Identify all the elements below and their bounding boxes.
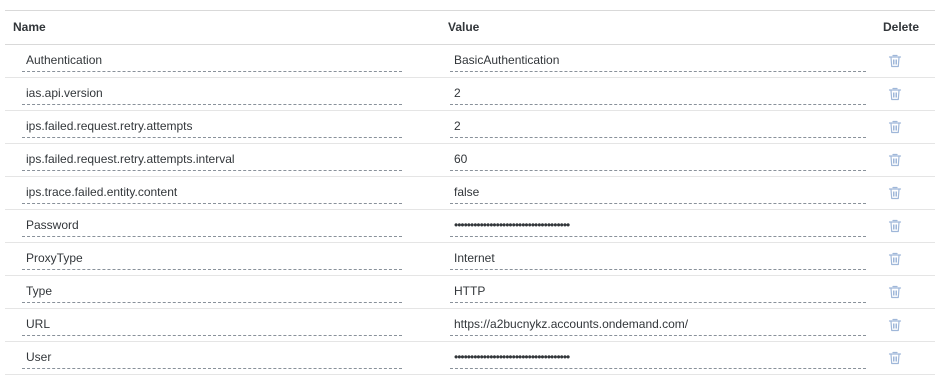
property-name-field[interactable]: ias.api.version xyxy=(22,82,402,105)
property-name-text: ias.api.version xyxy=(26,86,103,100)
trash-icon xyxy=(888,318,902,332)
delete-button[interactable] xyxy=(888,252,902,266)
property-value-field[interactable]: 2 xyxy=(450,82,866,105)
delete-button[interactable] xyxy=(888,186,902,200)
property-value-field[interactable]: HTTP xyxy=(450,280,866,303)
property-name-field[interactable]: Password xyxy=(22,214,402,237)
delete-button[interactable] xyxy=(888,120,902,134)
table-row: ips.trace.failed.entity.content false xyxy=(5,177,935,210)
property-value-field[interactable]: •••••••••••••••••••••••••••••••••••• xyxy=(450,214,866,237)
trash-icon xyxy=(888,87,902,101)
property-value-text: 2 xyxy=(454,86,461,100)
delete-button[interactable] xyxy=(888,351,902,365)
delete-button[interactable] xyxy=(888,219,902,233)
table-row: ias.api.version 2 xyxy=(5,78,935,111)
table-row: ProxyType Internet xyxy=(5,243,935,276)
property-value-field[interactable]: https://a2bucnykz.accounts.ondemand.com/ xyxy=(450,313,866,336)
table-row: Password ••••••••••••••••••••••••••••••••… xyxy=(5,210,935,243)
trash-icon xyxy=(888,219,902,233)
column-header-name: Name xyxy=(13,20,46,34)
trash-icon xyxy=(888,153,902,167)
property-name-text: URL xyxy=(26,317,51,331)
table-row: User •••••••••••••••••••••••••••••••••••• xyxy=(5,342,935,375)
property-value-text: https://a2bucnykz.accounts.ondemand.com/ xyxy=(454,317,689,331)
delete-button[interactable] xyxy=(888,54,902,68)
delete-button[interactable] xyxy=(888,87,902,101)
properties-table: Name Value Delete Authentication BasicAut… xyxy=(5,10,935,375)
property-value-text: 60 xyxy=(454,152,468,166)
property-name-text: ProxyType xyxy=(26,251,83,265)
trash-icon xyxy=(888,186,902,200)
table-row: Type HTTP xyxy=(5,276,935,309)
property-name-text: ips.trace.failed.entity.content xyxy=(26,185,178,199)
property-name-text: ips.failed.request.retry.attempts xyxy=(26,119,193,133)
property-name-text: Type xyxy=(26,284,53,298)
trash-icon xyxy=(888,120,902,134)
delete-button[interactable] xyxy=(888,153,902,167)
property-value-field[interactable]: Internet xyxy=(450,247,866,270)
property-name-field[interactable]: Type xyxy=(22,280,402,303)
property-value-field[interactable]: BasicAuthentication xyxy=(450,49,866,72)
table-row: ips.failed.request.retry.attempts.interv… xyxy=(5,144,935,177)
table-body: Authentication BasicAuthentication ias.api… xyxy=(5,45,935,375)
property-name-field[interactable]: ips.failed.request.retry.attempts xyxy=(22,115,402,138)
property-value-text: •••••••••••••••••••••••••••••••••••• xyxy=(454,218,570,232)
property-name-field[interactable]: User xyxy=(22,346,402,369)
column-header-value: Value xyxy=(448,20,480,34)
property-name-text: ips.failed.request.retry.attempts.interv… xyxy=(26,152,235,166)
trash-icon xyxy=(888,54,902,68)
trash-icon xyxy=(888,252,902,266)
table-row: Authentication BasicAuthentication xyxy=(5,45,935,78)
property-value-text: HTTP xyxy=(454,284,486,298)
property-name-text: Password xyxy=(26,218,79,232)
property-value-field[interactable]: 60 xyxy=(450,148,866,171)
table-row: ips.failed.request.retry.attempts 2 xyxy=(5,111,935,144)
property-value-text: 2 xyxy=(454,119,461,133)
property-name-field[interactable]: Authentication xyxy=(22,49,402,72)
property-name-field[interactable]: ips.failed.request.retry.attempts.interv… xyxy=(22,148,402,171)
trash-icon xyxy=(888,351,902,365)
property-value-text: false xyxy=(454,185,480,199)
table-row: URL https://a2bucnykz.accounts.ondemand.c… xyxy=(5,309,935,342)
column-header-delete: Delete xyxy=(883,20,920,34)
trash-icon xyxy=(888,285,902,299)
property-name-field[interactable]: ips.trace.failed.entity.content xyxy=(22,181,402,204)
property-value-text: BasicAuthentication xyxy=(454,53,560,67)
property-name-field[interactable]: URL xyxy=(22,313,402,336)
table-header: Name Value Delete xyxy=(5,10,935,45)
delete-button[interactable] xyxy=(888,285,902,299)
property-name-field[interactable]: ProxyType xyxy=(22,247,402,270)
property-value-field[interactable]: false xyxy=(450,181,866,204)
property-name-text: Authentication xyxy=(26,53,103,67)
property-value-text: •••••••••••••••••••••••••••••••••••• xyxy=(454,350,570,364)
property-value-text: Internet xyxy=(454,251,495,265)
property-name-text: User xyxy=(26,350,52,364)
property-value-field[interactable]: 2 xyxy=(450,115,866,138)
property-value-field[interactable]: •••••••••••••••••••••••••••••••••••• xyxy=(450,346,866,369)
delete-button[interactable] xyxy=(888,318,902,332)
